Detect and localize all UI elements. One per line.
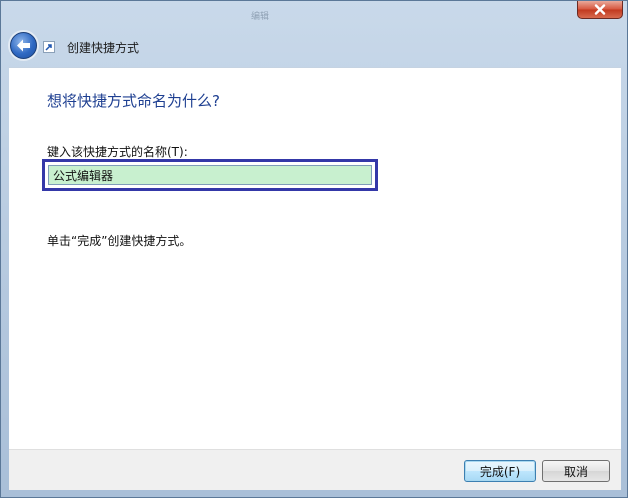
shortcut-icon bbox=[43, 41, 55, 53]
window-frame: 编辑 创建快捷方式 想将快捷方式命名为什么? 键入该快捷方式的名称(T): 单击… bbox=[0, 0, 628, 498]
close-button[interactable] bbox=[577, 1, 623, 19]
wizard-header: 创建快捷方式 bbox=[2, 29, 628, 65]
wizard-footer: 完成(F) 取消 bbox=[9, 449, 621, 490]
wizard-title: 创建快捷方式 bbox=[67, 41, 140, 55]
page-question: 想将快捷方式命名为什么? bbox=[47, 92, 220, 110]
shortcut-name-label: 键入该快捷方式的名称(T): bbox=[47, 145, 188, 159]
cancel-button[interactable]: 取消 bbox=[542, 460, 610, 482]
back-arrow-icon bbox=[17, 39, 30, 52]
close-icon bbox=[594, 4, 606, 15]
background-window-title: 编辑 bbox=[251, 12, 270, 22]
shortcut-name-input[interactable] bbox=[48, 165, 372, 185]
input-highlight-box bbox=[42, 159, 378, 191]
title-bar[interactable]: 编辑 bbox=[1, 1, 628, 22]
finish-hint: 单击“完成”创建快捷方式。 bbox=[47, 234, 192, 248]
wizard-content: 想将快捷方式命名为什么? 键入该快捷方式的名称(T): 单击“完成”创建快捷方式… bbox=[9, 67, 621, 450]
finish-button[interactable]: 完成(F) bbox=[464, 460, 536, 482]
back-button[interactable] bbox=[10, 32, 37, 59]
